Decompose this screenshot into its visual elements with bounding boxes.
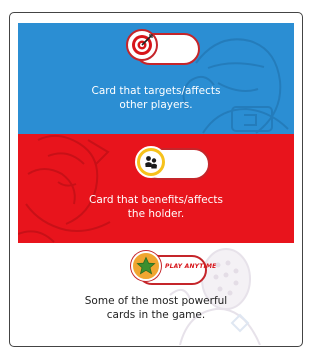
anytime-description: Some of the most powerful cards in the g… [18, 294, 294, 322]
anytime-line-2: cards in the game. [106, 309, 206, 321]
player-icon [135, 146, 167, 178]
targets-section: Card that targets/affects other players. [18, 23, 294, 134]
targets-line-1: Card that targets/affects [91, 85, 221, 97]
target-icon [126, 29, 158, 61]
benefits-line-2: the holder. [127, 208, 185, 220]
benefits-line-1: Card that benefits/affects [88, 194, 224, 206]
star-icon [131, 251, 161, 281]
targets-line-2: other players. [119, 99, 193, 111]
benefits-section: Card that benefits/affects the holder. [18, 134, 294, 243]
play-anytime-label: PLAY ANYTIME [165, 263, 217, 270]
anytime-line-1: Some of the most powerful [84, 295, 228, 307]
targets-description: Card that targets/affects other players. [18, 84, 294, 112]
benefits-description: Card that benefits/affects the holder. [18, 193, 294, 221]
